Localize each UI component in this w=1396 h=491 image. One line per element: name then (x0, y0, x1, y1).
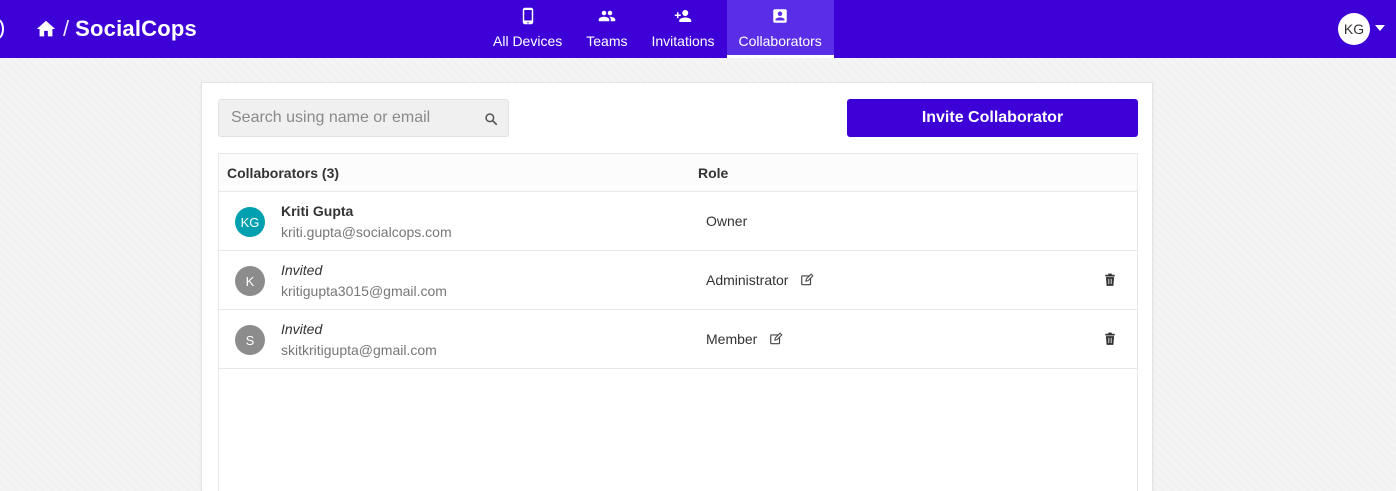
collaborator-email: kriti.gupta@socialcops.com (281, 224, 452, 240)
menu-edge-icon[interactable] (0, 19, 4, 39)
collaborator-name: Invited (281, 262, 323, 278)
tab-invitations-label: Invitations (651, 33, 715, 49)
table-row: KG Kriti Gupta kriti.gupta@socialcops.co… (219, 192, 1137, 251)
role-label: Owner (706, 213, 748, 229)
table-header: Collaborators (3) Role (219, 154, 1137, 192)
invite-collaborator-button[interactable]: Invite Collaborator (847, 99, 1138, 137)
role-label: Administrator (706, 272, 789, 288)
chevron-down-icon[interactable] (1375, 25, 1385, 31)
group-icon (598, 10, 616, 22)
column-header-collaborators: Collaborators (3) (227, 164, 340, 181)
avatar: KG (235, 207, 265, 237)
tab-teams-label: Teams (586, 33, 628, 49)
tab-invitations[interactable]: Invitations (639, 0, 726, 58)
collaborator-email: skitkritigupta@gmail.com (281, 342, 437, 358)
delete-icon[interactable] (1103, 273, 1117, 287)
user-avatar[interactable]: KG (1338, 13, 1370, 45)
collaborator-email: kritigupta3015@gmail.com (281, 283, 447, 299)
column-header-role: Role (698, 164, 729, 181)
role-cell: Member (706, 331, 783, 347)
avatar: S (235, 325, 265, 355)
role-cell: Owner (706, 213, 747, 229)
main-nav: All Devices Teams Invitations Collaborat… (481, 0, 834, 58)
home-icon[interactable] (35, 18, 57, 40)
edit-icon[interactable] (800, 273, 815, 287)
tab-collaborators-label: Collaborators (738, 33, 822, 49)
top-navbar: / SocialCops All Devices Teams Invitatio… (0, 0, 1396, 58)
collaborator-name: Kriti Gupta (281, 203, 354, 219)
phone-icon (522, 7, 533, 25)
brand: / SocialCops (35, 15, 197, 43)
collaborator-name: Invited (281, 321, 323, 337)
person-add-icon (674, 10, 692, 22)
table-row: K Invited kritigupta3015@gmail.com Admin… (219, 251, 1137, 310)
tab-all-devices-label: All Devices (493, 33, 563, 49)
collaborators-table: Collaborators (3) Role KG Kriti Gupta kr… (218, 153, 1138, 491)
tab-collaborators[interactable]: Collaborators (726, 0, 834, 58)
search-box (218, 99, 509, 137)
breadcrumb-separator: / (63, 16, 70, 41)
edit-icon[interactable] (769, 332, 783, 346)
collaborators-panel: Invite Collaborator Collaborators (3) Ro… (201, 82, 1153, 491)
contact-card-icon (773, 9, 787, 23)
search-input[interactable] (219, 100, 469, 136)
tab-teams[interactable]: Teams (574, 0, 639, 58)
table-row: S Invited skitkritigupta@gmail.com Membe… (219, 310, 1137, 369)
search-icon[interactable] (484, 112, 498, 126)
role-cell: Administrator (706, 272, 815, 288)
tab-all-devices[interactable]: All Devices (481, 0, 574, 58)
delete-icon[interactable] (1103, 332, 1117, 346)
avatar: K (235, 266, 265, 296)
role-label: Member (706, 331, 758, 347)
brand-name[interactable]: SocialCops (75, 16, 197, 42)
